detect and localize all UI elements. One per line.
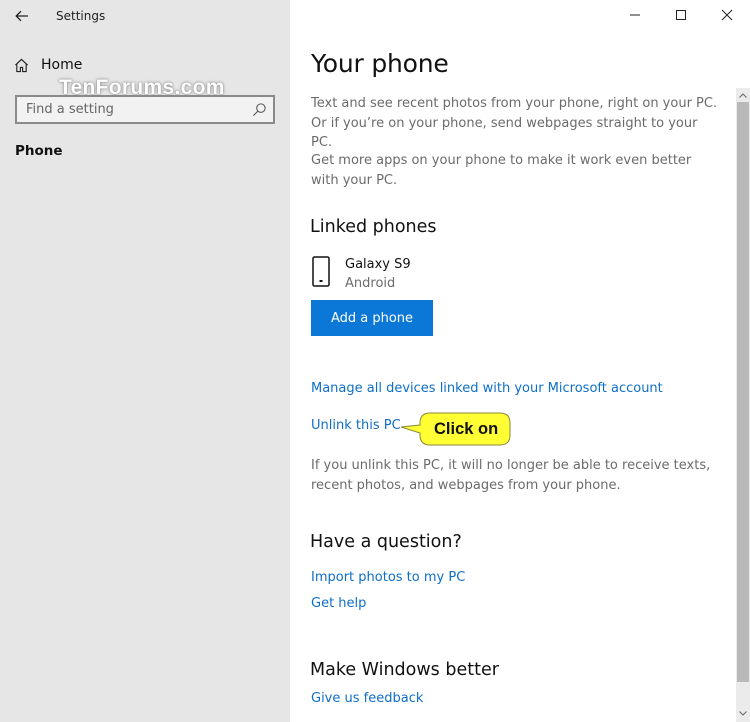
add-phone-button[interactable]: Add a phone <box>311 300 433 336</box>
more-apps-text: Get more apps on your phone to make it w… <box>311 153 692 188</box>
close-icon <box>721 9 733 21</box>
callout-text: Click on <box>434 420 499 438</box>
close-button[interactable] <box>704 0 750 30</box>
minimize-button[interactable] <box>612 0 658 30</box>
chevron-up-icon <box>739 92 747 98</box>
page-title: Your phone <box>311 49 449 78</box>
unlink-pc-link[interactable]: Unlink this PC <box>311 418 401 433</box>
window-controls <box>612 0 750 30</box>
question-heading: Have a question? <box>310 532 462 552</box>
device-os: Android <box>345 276 396 291</box>
unlink-note: If you unlink this PC, it will no longer… <box>311 458 711 493</box>
search-icon[interactable] <box>252 102 267 117</box>
click-on-callout: Click on <box>400 411 512 447</box>
scroll-down-button[interactable] <box>736 706 750 720</box>
feedback-heading: Make Windows better <box>310 660 499 680</box>
scroll-up-button[interactable] <box>736 88 750 102</box>
back-arrow-icon <box>15 10 28 22</box>
import-photos-link[interactable]: Import photos to my PC <box>311 570 465 585</box>
app-title: Settings <box>56 9 106 23</box>
chevron-down-icon <box>739 710 747 716</box>
give-feedback-link[interactable]: Give us feedback <box>311 691 423 706</box>
phone-icon <box>312 256 330 287</box>
maximize-icon <box>676 10 686 20</box>
sidebar-item-label: Home <box>41 57 83 73</box>
linked-phones-heading: Linked phones <box>310 217 437 237</box>
sidebar-item-phone[interactable]: Phone <box>15 143 63 159</box>
minimize-icon <box>630 14 640 16</box>
scroll-thumb[interactable] <box>737 102 749 682</box>
maximize-button[interactable] <box>658 0 704 30</box>
search-input[interactable] <box>26 102 246 117</box>
watermark: TenForums.com <box>59 76 225 99</box>
intro-text: Text and see recent photos from your pho… <box>311 96 718 150</box>
get-help-link[interactable]: Get help <box>311 596 366 611</box>
home-icon <box>15 58 28 72</box>
manage-devices-link[interactable]: Manage all devices linked with your Micr… <box>311 381 663 396</box>
main-content: Your phone Text and see recent photos fr… <box>290 0 750 722</box>
back-button[interactable] <box>12 6 32 26</box>
sidebar: Settings Home TenForums.com Phone <box>0 0 290 722</box>
sidebar-item-home[interactable]: Home <box>14 57 82 73</box>
linked-device: Galaxy S9 Android <box>311 255 411 293</box>
device-name: Galaxy S9 <box>345 257 411 272</box>
vertical-scrollbar[interactable] <box>736 88 750 722</box>
